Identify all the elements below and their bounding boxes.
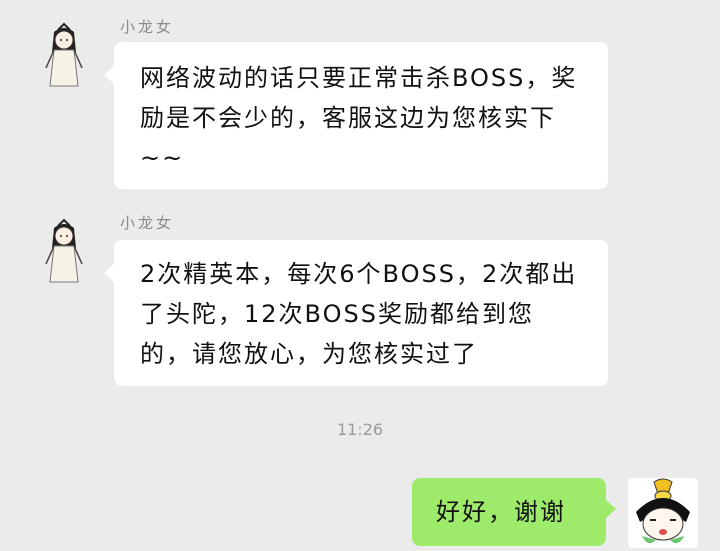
message-bubble[interactable]: 2次精英本，每次6个BOSS，2次都出了头陀，12次BOSS奖励都给到您的，请您… <box>104 240 608 386</box>
sender-name: 小龙女 <box>120 18 175 36</box>
cartoon-character-avatar-icon <box>628 478 698 548</box>
message-text: 2次精英本，每次6个BOSS，2次都出了头陀，12次BOSS奖励都给到您的，请您… <box>140 260 578 368</box>
reply-bubble[interactable]: 好好，谢谢 <box>412 478 616 546</box>
message-bubble[interactable]: 网络波动的话只要正常击杀BOSS，奖励是不会少的，客服这边为您核实下~~ <box>104 42 608 189</box>
girl-avatar-icon <box>45 22 83 87</box>
message-text: 网络波动的话只要正常击杀BOSS，奖励是不会少的，客服这边为您核实下~~ <box>140 64 578 172</box>
message-timestamp: 11:26 <box>336 420 384 439</box>
reply-text: 好好，谢谢 <box>436 498 566 526</box>
sender-name: 小龙女 <box>120 214 175 232</box>
girl-avatar-icon <box>45 218 83 283</box>
sender-avatar[interactable] <box>40 22 88 94</box>
sender-avatar[interactable] <box>40 218 88 290</box>
own-avatar[interactable] <box>628 478 698 548</box>
